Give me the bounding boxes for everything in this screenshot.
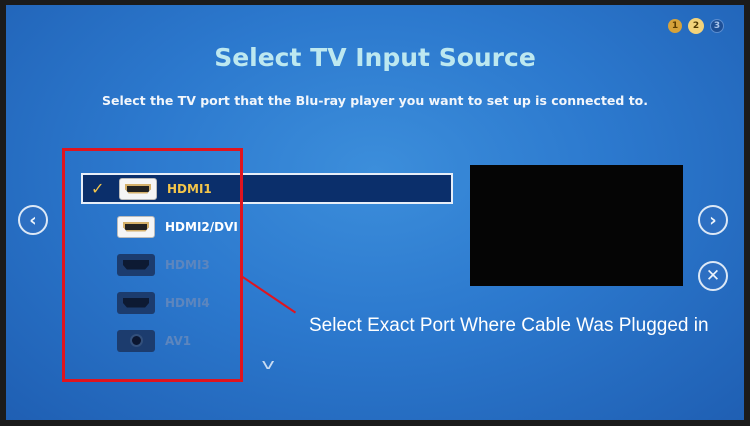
source-preview-window bbox=[470, 165, 683, 286]
step-1-indicator: 1 bbox=[668, 19, 682, 33]
scroll-down-icon[interactable]: v bbox=[262, 357, 275, 373]
wizard-step-indicator: 1 2 3 bbox=[668, 18, 724, 34]
page-title: Select TV Input Source bbox=[214, 43, 536, 72]
annotation-highlight-box bbox=[62, 148, 243, 382]
step-3-indicator: 3 bbox=[710, 19, 724, 33]
next-button[interactable]: › bbox=[698, 205, 728, 235]
previous-button[interactable]: ‹ bbox=[18, 205, 48, 235]
page-subtitle: Select the TV port that the Blu-ray play… bbox=[101, 93, 649, 108]
close-icon: ✕ bbox=[705, 266, 721, 286]
chevron-right-icon: › bbox=[709, 209, 717, 231]
chevron-left-icon: ‹ bbox=[29, 209, 37, 231]
annotation-callout-text: Select Exact Port Where Cable Was Plugge… bbox=[309, 315, 709, 336]
step-2-indicator: 2 bbox=[688, 18, 704, 34]
close-button[interactable]: ✕ bbox=[698, 261, 728, 291]
